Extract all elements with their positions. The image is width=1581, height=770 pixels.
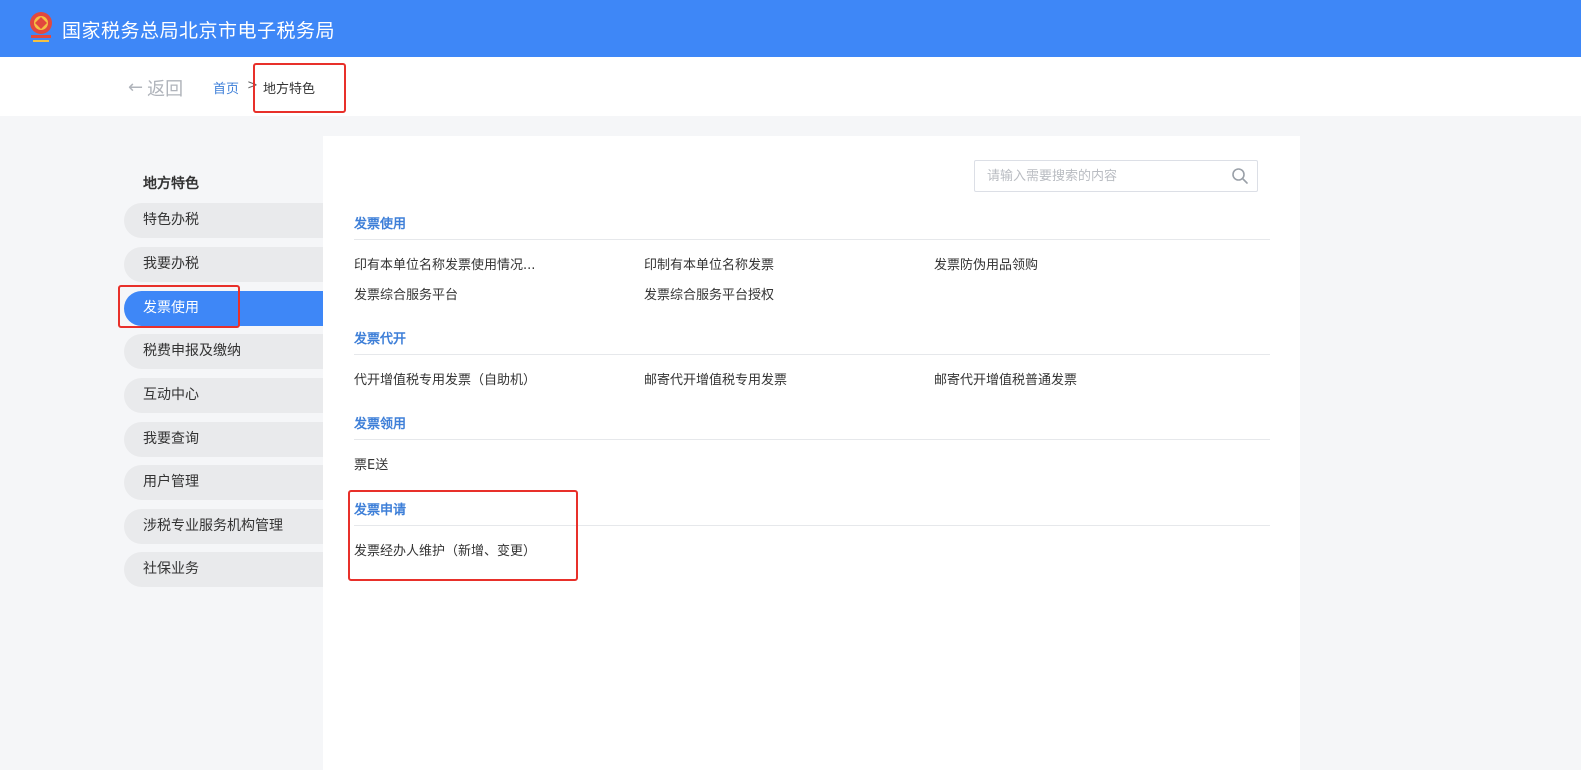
back-button[interactable]: ← 返回	[128, 75, 183, 101]
top-header: 国家税务总局北京市电子税务局	[0, 0, 1581, 57]
sidebar-item-social-security[interactable]: 社保业务	[124, 552, 323, 587]
site-title: 国家税务总局北京市电子税务局	[62, 20, 336, 42]
back-label: 返回	[147, 79, 184, 100]
sidebar-item-do-tax[interactable]: 我要办税	[124, 247, 323, 282]
breadcrumb-home-link[interactable]: 首页	[213, 78, 239, 97]
sidebar-item-agency-management[interactable]: 涉税专业服务机构管理	[124, 509, 323, 544]
link-invoice-handler-maintenance[interactable]: 发票经办人维护（新增、变更）	[354, 540, 536, 559]
link-mail-vat-ordinary-invoice[interactable]: 邮寄代开增值税普通发票	[934, 369, 1077, 388]
section-title-invoice-issuing: 发票代开	[354, 332, 407, 347]
link-vat-special-self-service[interactable]: 代开增值税专用发票（自助机）	[354, 369, 536, 388]
section-title-invoice-use: 发票使用	[354, 217, 407, 232]
sidebar-item-query[interactable]: 我要查询	[124, 422, 323, 457]
search-input[interactable]	[975, 161, 1225, 191]
breadcrumb-bar: ← 返回 首页 > 地方特色	[0, 57, 1581, 116]
link-invoice-usage-status[interactable]: 印有本单位名称发票使用情况...	[354, 254, 535, 273]
breadcrumb-current: 地方特色	[263, 82, 316, 97]
sidebar-title: 地方特色	[143, 176, 199, 192]
sidebar-item-interaction-center[interactable]: 互动中心	[124, 378, 323, 413]
section-divider	[354, 239, 1270, 240]
link-print-unit-invoice[interactable]: 印制有本单位名称发票	[644, 254, 774, 273]
link-invoice-service-platform[interactable]: 发票综合服务平台	[354, 284, 458, 303]
arrow-left-icon: ←	[128, 77, 144, 98]
section-divider	[354, 439, 1270, 440]
main-panel: 发票使用 印有本单位名称发票使用情况... 印制有本单位名称发票 发票防伪用品领…	[323, 136, 1300, 770]
section-title-invoice-application: 发票申请	[354, 503, 407, 518]
section-divider	[354, 354, 1270, 355]
link-piao-e-song[interactable]: 票E送	[354, 454, 388, 473]
breadcrumb-separator: >	[247, 78, 258, 93]
section-title-invoice-collection: 发票领用	[354, 417, 407, 432]
tax-emblem-logo	[30, 12, 52, 42]
sidebar-item-declaration-payment[interactable]: 税费申报及缴纳	[124, 334, 323, 369]
search-box	[974, 160, 1258, 192]
sidebar-item-invoice-use[interactable]: 发票使用	[124, 291, 323, 326]
search-icon[interactable]	[1231, 167, 1249, 185]
link-mail-vat-special-invoice[interactable]: 邮寄代开增值税专用发票	[644, 369, 787, 388]
section-divider	[354, 525, 1270, 526]
sidebar-item-user-management[interactable]: 用户管理	[124, 465, 323, 500]
sidebar-item-featured-tax[interactable]: 特色办税	[124, 203, 323, 238]
link-anti-counterfeit-supplies[interactable]: 发票防伪用品领购	[934, 254, 1038, 273]
link-invoice-platform-authorization[interactable]: 发票综合服务平台授权	[644, 284, 774, 303]
